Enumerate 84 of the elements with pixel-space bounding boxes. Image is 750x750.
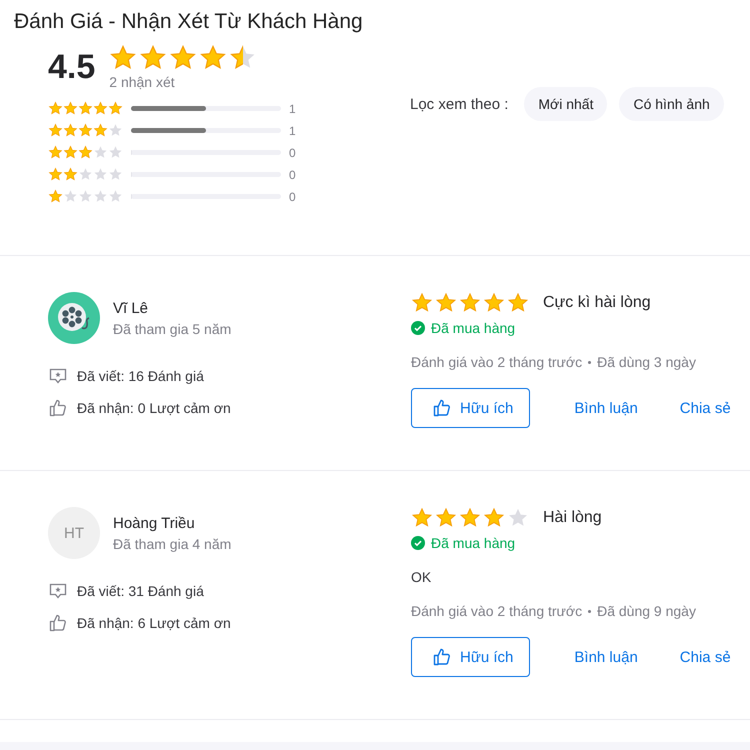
star-icon <box>108 101 123 116</box>
review-date: Đánh giá vào 2 tháng trước <box>411 603 582 619</box>
comment-link[interactable]: Bình luận <box>574 400 638 416</box>
star-icon <box>48 123 63 138</box>
star-icon <box>63 145 78 160</box>
star-icon <box>459 292 481 314</box>
rating-count: 1 <box>289 124 296 138</box>
review-verdict: Cực kì hài lòng <box>543 294 651 312</box>
user-name: Vĩ Lê <box>113 300 150 316</box>
star-icon <box>108 167 123 182</box>
check-circle-icon <box>411 321 425 335</box>
separator-dot <box>588 610 592 612</box>
review-verdict: Hài lòng <box>543 509 602 527</box>
star-icon <box>78 167 93 182</box>
star-icon <box>483 507 505 529</box>
star-icon <box>78 189 93 204</box>
thumbs-up-icon <box>48 613 68 633</box>
thumbs-up-icon <box>48 398 68 418</box>
purchased-label: Đã mua hàng <box>431 320 516 336</box>
reviews-written: Đã viết: 16 Đánh giá <box>77 368 204 384</box>
star-icon <box>78 123 93 138</box>
thumbs-up-icon <box>432 647 452 667</box>
star-icon <box>93 101 108 116</box>
review-count: 2 nhận xét <box>109 74 176 90</box>
star-icon <box>435 507 457 529</box>
filter-chip[interactable]: Mới nhất <box>524 87 608 121</box>
star-icon <box>48 101 63 116</box>
user-avatar: HT <box>48 507 100 559</box>
star-icon <box>483 292 505 314</box>
review-text: OK <box>411 569 432 585</box>
star-icon <box>78 101 93 116</box>
thanks-received: Đã nhận: 0 Lượt cảm ơn <box>77 400 231 416</box>
star-icon <box>63 123 78 138</box>
star-icon <box>108 189 123 204</box>
star-icon <box>93 189 108 204</box>
review-date: Đánh giá vào 2 tháng trước <box>411 354 582 370</box>
star-icon <box>507 292 529 314</box>
star-icon <box>48 167 63 182</box>
film-reel-avatar <box>48 292 100 344</box>
check-circle-icon <box>411 536 425 550</box>
usage-duration: Đã dùng 9 ngày <box>597 603 696 619</box>
star-icon <box>93 167 108 182</box>
star-icon <box>93 145 108 160</box>
rating-count: 0 <box>289 168 296 182</box>
user-name: Hoàng Triều <box>113 514 196 532</box>
star-icon <box>199 44 228 72</box>
star-icon <box>48 189 63 204</box>
rating-count: 1 <box>289 102 296 116</box>
join-duration: Đã tham gia 4 năm <box>113 536 232 552</box>
star-icon <box>48 145 63 160</box>
review-comment-icon <box>48 366 68 386</box>
rating-count: 0 <box>289 146 296 160</box>
star-icon <box>109 44 138 72</box>
helpful-button[interactable]: Hữu ích <box>411 637 530 677</box>
reviews-written: Đã viết: 31 Đánh giá <box>77 583 204 599</box>
star-icon <box>108 123 123 138</box>
star-icon <box>63 189 78 204</box>
helpful-button[interactable]: Hữu ích <box>411 388 530 428</box>
rating-count: 0 <box>289 190 296 204</box>
review-comment-icon <box>48 581 68 601</box>
filter-label: Lọc xem theo : <box>410 96 508 112</box>
share-link[interactable]: Chia sẻ <box>680 400 731 416</box>
purchased-label: Đã mua hàng <box>431 535 516 551</box>
star-icon <box>108 145 123 160</box>
thumbs-up-icon <box>432 398 452 418</box>
star-icon <box>459 507 481 529</box>
usage-duration: Đã dùng 3 ngày <box>597 354 696 370</box>
star-icon <box>93 123 108 138</box>
filter-chip[interactable]: Có hình ảnh <box>619 87 724 121</box>
star-icon <box>411 507 433 529</box>
share-link[interactable]: Chia sẻ <box>680 648 731 666</box>
page-title: Đánh Giá - Nhận Xét Từ Khách Hàng <box>14 10 364 34</box>
star-icon <box>78 145 93 160</box>
star-icon <box>63 167 78 182</box>
star-icon <box>139 44 168 72</box>
star-icon <box>169 44 198 72</box>
average-score: 4.5 <box>48 48 96 86</box>
separator-dot <box>588 360 592 364</box>
star-icon <box>411 292 433 314</box>
join-duration: Đã tham gia 5 năm <box>113 320 232 336</box>
star-icon <box>63 101 78 116</box>
star-icon <box>435 292 457 314</box>
comment-link[interactable]: Bình luận <box>574 648 638 666</box>
thanks-received: Đã nhận: 6 Lượt cảm ơn <box>77 615 231 631</box>
